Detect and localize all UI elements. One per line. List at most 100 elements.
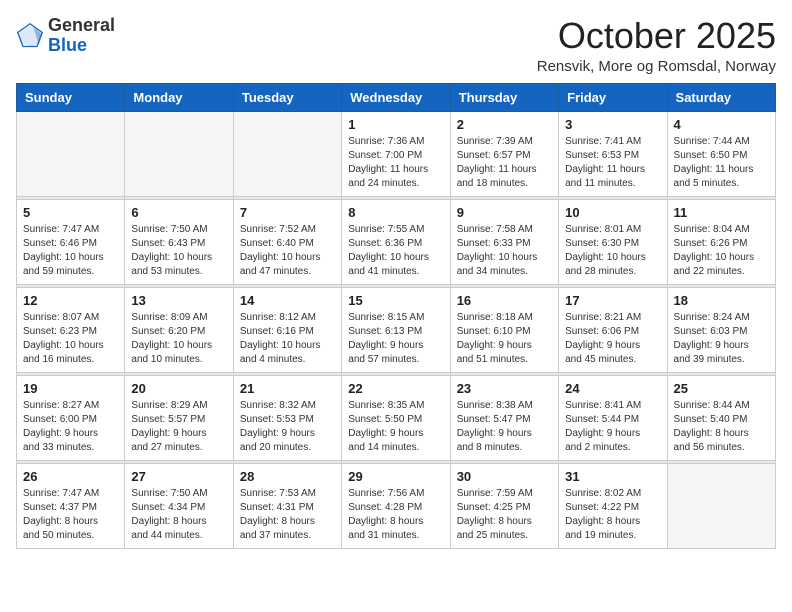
- day-info: Sunrise: 8:41 AM Sunset: 5:44 PM Dayligh…: [565, 399, 660, 455]
- day-info: Sunrise: 8:32 AM Sunset: 5:53 PM Dayligh…: [240, 399, 335, 455]
- logo-blue: Blue: [48, 35, 87, 55]
- calendar-week-5: 26Sunrise: 7:47 AM Sunset: 4:37 PM Dayli…: [17, 463, 776, 548]
- day-number: 20: [131, 381, 226, 396]
- day-number: 25: [674, 381, 769, 396]
- calendar-cell: [125, 111, 233, 196]
- day-info: Sunrise: 7:50 AM Sunset: 6:43 PM Dayligh…: [131, 223, 226, 279]
- day-number: 27: [131, 469, 226, 484]
- calendar-cell: 17 Sunrise: 8:21 AM Sunset: 6:06 PM Dayli…: [559, 287, 667, 372]
- day-number: 31: [565, 469, 660, 484]
- calendar-cell: 3 Sunrise: 7:41 AM Sunset: 6:53 PM Daylig…: [559, 111, 667, 196]
- calendar-cell: 1Sunrise: 7:36 AM Sunset: 7:00 PM Daylig…: [342, 111, 450, 196]
- day-info: Sunrise: 8:27 AM Sunset: 6:00 PM Dayligh…: [23, 399, 118, 455]
- day-number: 24: [565, 381, 660, 396]
- day-info: Sunrise: 7:58 AM Sunset: 6:33 PM Dayligh…: [457, 223, 552, 279]
- day-number: 18: [674, 293, 769, 308]
- day-number: 16: [457, 293, 552, 308]
- calendar-cell: [233, 111, 341, 196]
- day-number: 23: [457, 381, 552, 396]
- day-info: Sunrise: 8:44 AM Sunset: 5:40 PM Dayligh…: [674, 399, 769, 455]
- day-info: Sunrise: 7:59 AM Sunset: 4:25 PM Dayligh…: [457, 487, 552, 543]
- day-number: 19: [23, 381, 118, 396]
- calendar-cell: 23Sunrise: 8:38 AM Sunset: 5:47 PM Dayli…: [450, 375, 558, 460]
- calendar-cell: 15Sunrise: 8:15 AM Sunset: 6:13 PM Dayli…: [342, 287, 450, 372]
- calendar-cell: 24 Sunrise: 8:41 AM Sunset: 5:44 PM Dayli…: [559, 375, 667, 460]
- day-info: Sunrise: 8:07 AM Sunset: 6:23 PM Dayligh…: [23, 311, 118, 367]
- day-info: Sunrise: 7:52 AM Sunset: 6:40 PM Dayligh…: [240, 223, 335, 279]
- calendar-cell: 27 Sunrise: 7:50 AM Sunset: 4:34 PM Dayli…: [125, 463, 233, 548]
- day-info: Sunrise: 8:24 AM Sunset: 6:03 PM Dayligh…: [674, 311, 769, 367]
- day-number: 14: [240, 293, 335, 308]
- day-number: 22: [348, 381, 443, 396]
- day-info: Sunrise: 8:21 AM Sunset: 6:06 PM Dayligh…: [565, 311, 660, 367]
- weekday-header-row: SundayMondayTuesdayWednesdayThursdayFrid…: [17, 83, 776, 111]
- weekday-header-sunday: Sunday: [17, 83, 125, 111]
- day-info: Sunrise: 8:12 AM Sunset: 6:16 PM Dayligh…: [240, 311, 335, 367]
- calendar-cell: 22Sunrise: 8:35 AM Sunset: 5:50 PM Dayli…: [342, 375, 450, 460]
- calendar-cell: 13 Sunrise: 8:09 AM Sunset: 6:20 PM Dayli…: [125, 287, 233, 372]
- calendar-cell: 5Sunrise: 7:47 AM Sunset: 6:46 PM Daylig…: [17, 199, 125, 284]
- day-number: 7: [240, 205, 335, 220]
- day-number: 21: [240, 381, 335, 396]
- day-number: 30: [457, 469, 552, 484]
- calendar-cell: 28Sunrise: 7:53 AM Sunset: 4:31 PM Dayli…: [233, 463, 341, 548]
- month-title: October 2025: [537, 16, 776, 56]
- day-info: Sunrise: 8:18 AM Sunset: 6:10 PM Dayligh…: [457, 311, 552, 367]
- day-number: 17: [565, 293, 660, 308]
- day-number: 9: [457, 205, 552, 220]
- calendar-cell: [17, 111, 125, 196]
- calendar-cell: 16 Sunrise: 8:18 AM Sunset: 6:10 PM Dayli…: [450, 287, 558, 372]
- day-info: Sunrise: 7:44 AM Sunset: 6:50 PM Dayligh…: [674, 135, 769, 191]
- day-info: Sunrise: 8:09 AM Sunset: 6:20 PM Dayligh…: [131, 311, 226, 367]
- logo-general: General: [48, 15, 115, 35]
- day-info: Sunrise: 8:29 AM Sunset: 5:57 PM Dayligh…: [131, 399, 226, 455]
- location: Rensvik, More og Romsdal, Norway: [537, 58, 776, 75]
- calendar-cell: 14 Sunrise: 8:12 AM Sunset: 6:16 PM Dayli…: [233, 287, 341, 372]
- day-number: 28: [240, 469, 335, 484]
- calendar-cell: 29Sunrise: 7:56 AM Sunset: 4:28 PM Dayli…: [342, 463, 450, 548]
- day-number: 8: [348, 205, 443, 220]
- calendar-cell: 30 Sunrise: 7:59 AM Sunset: 4:25 PM Dayli…: [450, 463, 558, 548]
- day-number: 29: [348, 469, 443, 484]
- day-info: Sunrise: 7:36 AM Sunset: 7:00 PM Dayligh…: [348, 135, 443, 191]
- calendar-cell: 26Sunrise: 7:47 AM Sunset: 4:37 PM Dayli…: [17, 463, 125, 548]
- calendar-cell: 20 Sunrise: 8:29 AM Sunset: 5:57 PM Dayli…: [125, 375, 233, 460]
- day-info: Sunrise: 7:55 AM Sunset: 6:36 PM Dayligh…: [348, 223, 443, 279]
- title-block: October 2025 Rensvik, More og Romsdal, N…: [537, 16, 776, 75]
- calendar-cell: 10 Sunrise: 8:01 AM Sunset: 6:30 PM Dayli…: [559, 199, 667, 284]
- calendar-table: SundayMondayTuesdayWednesdayThursdayFrid…: [16, 83, 776, 549]
- page-header: General Blue October 2025 Rensvik, More …: [16, 16, 776, 75]
- day-number: 26: [23, 469, 118, 484]
- day-number: 15: [348, 293, 443, 308]
- day-number: 4: [674, 117, 769, 132]
- calendar-cell: 7 Sunrise: 7:52 AM Sunset: 6:40 PM Daylig…: [233, 199, 341, 284]
- calendar-week-3: 12 Sunrise: 8:07 AM Sunset: 6:23 PM Dayli…: [17, 287, 776, 372]
- day-number: 2: [457, 117, 552, 132]
- weekday-header-friday: Friday: [559, 83, 667, 111]
- day-info: Sunrise: 7:47 AM Sunset: 6:46 PM Dayligh…: [23, 223, 118, 279]
- day-info: Sunrise: 7:41 AM Sunset: 6:53 PM Dayligh…: [565, 135, 660, 191]
- day-info: Sunrise: 8:01 AM Sunset: 6:30 PM Dayligh…: [565, 223, 660, 279]
- logo: General Blue: [16, 16, 115, 56]
- weekday-header-monday: Monday: [125, 83, 233, 111]
- day-number: 13: [131, 293, 226, 308]
- day-number: 11: [674, 205, 769, 220]
- day-info: Sunrise: 7:50 AM Sunset: 4:34 PM Dayligh…: [131, 487, 226, 543]
- calendar-week-4: 19 Sunrise: 8:27 AM Sunset: 6:00 PM Dayli…: [17, 375, 776, 460]
- weekday-header-tuesday: Tuesday: [233, 83, 341, 111]
- weekday-header-wednesday: Wednesday: [342, 83, 450, 111]
- calendar-cell: 8 Sunrise: 7:55 AM Sunset: 6:36 PM Daylig…: [342, 199, 450, 284]
- day-info: Sunrise: 7:39 AM Sunset: 6:57 PM Dayligh…: [457, 135, 552, 191]
- calendar-cell: 4 Sunrise: 7:44 AM Sunset: 6:50 PM Daylig…: [667, 111, 775, 196]
- logo-text: General Blue: [48, 16, 115, 56]
- calendar-cell: 6Sunrise: 7:50 AM Sunset: 6:43 PM Daylig…: [125, 199, 233, 284]
- calendar-cell: [667, 463, 775, 548]
- day-number: 10: [565, 205, 660, 220]
- calendar-cell: 25 Sunrise: 8:44 AM Sunset: 5:40 PM Dayli…: [667, 375, 775, 460]
- calendar-cell: 21 Sunrise: 8:32 AM Sunset: 5:53 PM Dayli…: [233, 375, 341, 460]
- calendar-cell: 12 Sunrise: 8:07 AM Sunset: 6:23 PM Dayli…: [17, 287, 125, 372]
- day-number: 12: [23, 293, 118, 308]
- weekday-header-thursday: Thursday: [450, 83, 558, 111]
- day-number: 3: [565, 117, 660, 132]
- calendar-cell: 19 Sunrise: 8:27 AM Sunset: 6:00 PM Dayli…: [17, 375, 125, 460]
